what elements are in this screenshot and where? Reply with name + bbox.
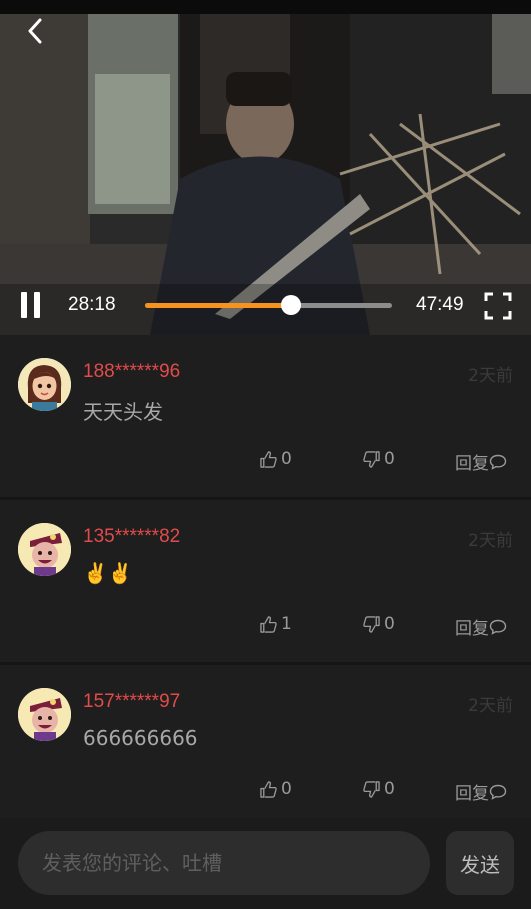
speech-bubble-icon [489, 619, 507, 635]
avatar[interactable] [18, 358, 71, 411]
avatar-girl-image [18, 358, 71, 411]
comment-item: 157******97 2天前 666666666 0 0 回复 [0, 665, 531, 827]
comment-username[interactable]: 135******82 [83, 526, 180, 548]
like-count: 0 [281, 449, 292, 469]
send-button[interactable]: 发送 [446, 831, 514, 895]
avatar[interactable] [18, 523, 71, 576]
comment-username[interactable]: 157******97 [83, 691, 180, 713]
avatar-cartoon-image [18, 688, 71, 741]
dislike-count: 0 [384, 614, 395, 634]
comment-text: 666666666 [83, 726, 198, 750]
thumbs-up-icon [260, 780, 277, 798]
reply-label: 回复 [455, 784, 489, 804]
dislike-button[interactable]: 0 [363, 779, 395, 799]
player-controls: 28:18 47:49 [0, 280, 531, 330]
comment-time: 2天前 [468, 696, 513, 716]
dislike-button[interactable]: 0 [363, 449, 395, 469]
dislike-button[interactable]: 0 [363, 614, 395, 634]
comment-composer: 发送 [0, 818, 531, 909]
comment-actions: 1 0 回复 [0, 614, 531, 640]
back-button[interactable] [20, 16, 50, 46]
current-time: 28:18 [68, 294, 116, 315]
fullscreen-button[interactable] [484, 292, 512, 320]
comment-item: 188******96 2天前 天天头发 0 0 回复 [0, 335, 531, 497]
pause-icon [21, 292, 27, 318]
dislike-count: 0 [384, 779, 395, 799]
reply-button[interactable]: 回复 [455, 614, 511, 639]
comment-actions: 0 0 回复 [0, 779, 531, 805]
avatar-cartoon-image [18, 523, 71, 576]
comment-list: 188******96 2天前 天天头发 0 0 回复 135******82 … [0, 335, 531, 827]
reply-button[interactable]: 回复 [455, 449, 511, 474]
reply-button[interactable]: 回复 [455, 779, 511, 804]
thumbs-down-icon [363, 780, 380, 798]
thumbs-up-icon [260, 615, 277, 633]
comment-time: 2天前 [468, 531, 513, 551]
speech-bubble-icon [489, 454, 507, 470]
thumbs-up-icon [260, 450, 277, 468]
progress-thumb[interactable] [280, 295, 301, 315]
chevron-left-icon [28, 18, 42, 44]
speech-bubble-icon [489, 784, 507, 800]
like-button[interactable]: 0 [260, 779, 292, 799]
comment-time: 2天前 [468, 366, 513, 386]
like-button[interactable]: 0 [260, 449, 292, 469]
total-time: 47:49 [416, 294, 464, 315]
avatar[interactable] [18, 688, 71, 741]
comment-actions: 0 0 回复 [0, 449, 531, 475]
like-button[interactable]: 1 [260, 614, 292, 634]
reply-label: 回复 [455, 619, 489, 639]
fullscreen-icon [484, 292, 512, 320]
like-count: 1 [281, 614, 292, 634]
progress-fill [145, 303, 291, 308]
thumbs-down-icon [363, 615, 380, 633]
dislike-count: 0 [384, 449, 395, 469]
like-count: 0 [281, 779, 292, 799]
reply-label: 回复 [455, 454, 489, 474]
comment-text: 天天头发 [83, 400, 163, 424]
comment-text: ✌️✌️ [83, 561, 133, 585]
video-player[interactable]: 28:18 47:49 [0, 0, 531, 335]
comment-username[interactable]: 188******96 [83, 361, 180, 383]
comment-item: 135******82 2天前 ✌️✌️ 1 0 回复 [0, 500, 531, 662]
pause-button[interactable] [18, 290, 46, 320]
send-label: 发送 [460, 852, 500, 877]
comment-input[interactable] [18, 831, 430, 895]
progress-slider[interactable] [145, 295, 392, 315]
thumbs-down-icon [363, 450, 380, 468]
